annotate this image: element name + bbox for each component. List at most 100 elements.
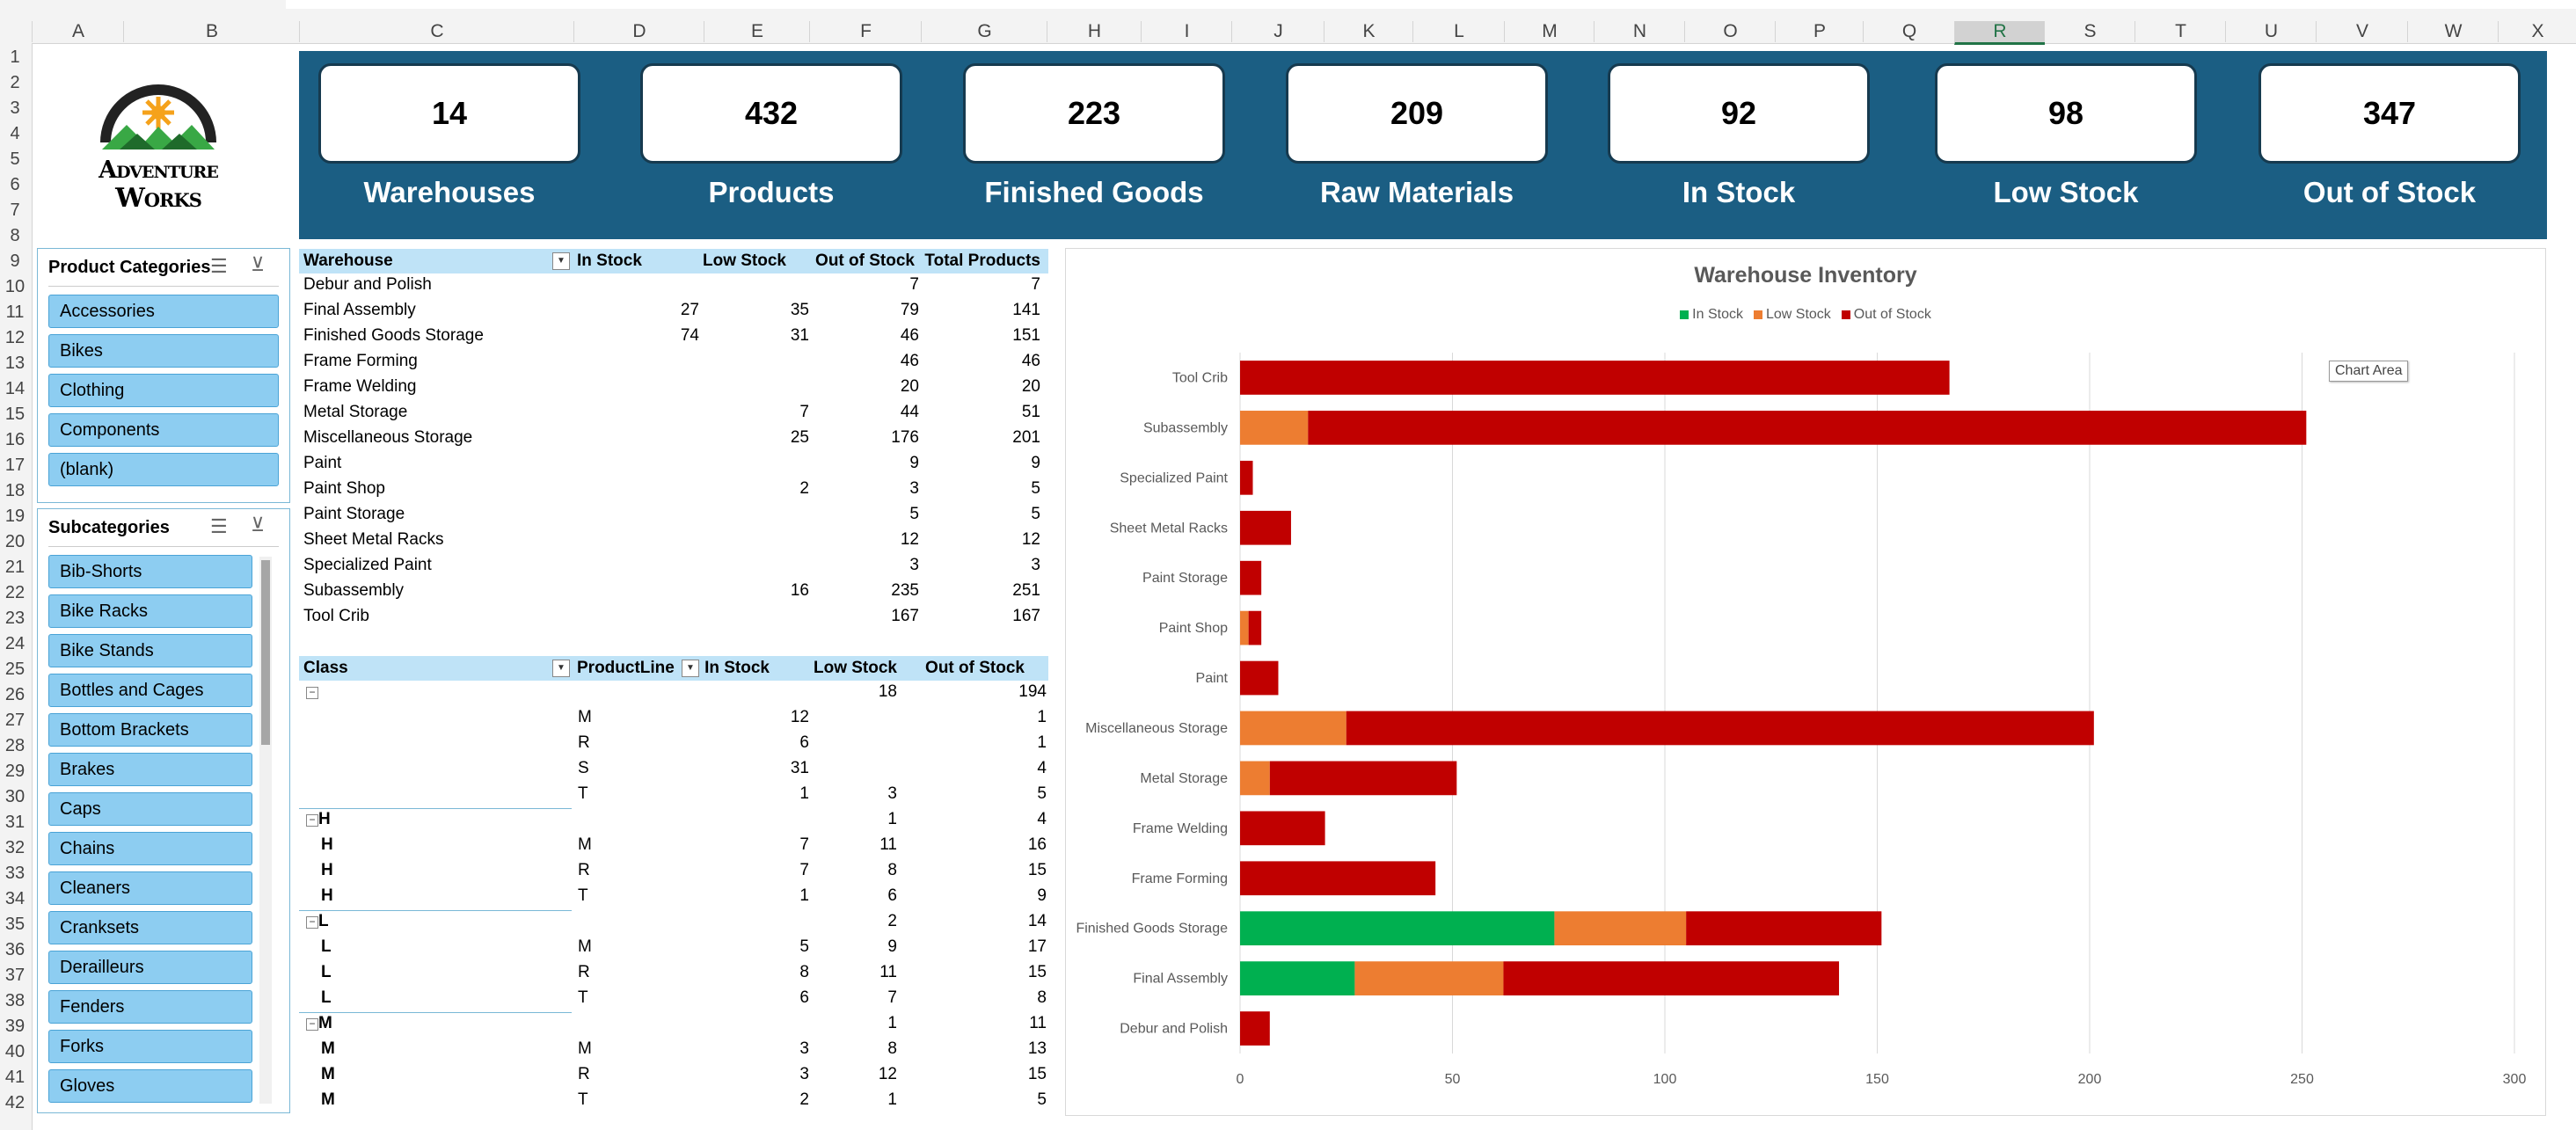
row-header-26[interactable]: 26 (0, 685, 30, 705)
row-header-35[interactable]: 35 (0, 915, 30, 935)
column-header-m[interactable]: M (1504, 21, 1594, 42)
row-header-31[interactable]: 31 (0, 813, 30, 833)
subcategory-item[interactable]: Gloves (48, 1069, 252, 1103)
column-header-n[interactable]: N (1594, 21, 1685, 42)
row-header-17[interactable]: 17 (0, 456, 30, 476)
category-item[interactable]: Accessories (48, 295, 279, 328)
column-header-e[interactable]: E (704, 21, 810, 42)
column-header-a[interactable]: A (32, 21, 124, 42)
row-header-27[interactable]: 27 (0, 711, 30, 731)
row-header-38[interactable]: 38 (0, 991, 30, 1011)
column-header-r[interactable]: R (1954, 21, 2045, 45)
column-header-i[interactable]: I (1141, 21, 1232, 42)
clear-filter-icon[interactable]: ⊻ (251, 253, 265, 276)
slicer-scroll-thumb[interactable] (261, 560, 270, 745)
collapse-toggle[interactable]: − (306, 814, 318, 827)
row-header-9[interactable]: 9 (0, 252, 30, 272)
row-header-25[interactable]: 25 (0, 660, 30, 680)
row-header-13[interactable]: 13 (0, 354, 30, 374)
row-header-10[interactable]: 10 (0, 277, 30, 297)
row-header-18[interactable]: 18 (0, 481, 30, 501)
row-header-37[interactable]: 37 (0, 966, 30, 986)
row-header-34[interactable]: 34 (0, 889, 30, 909)
subcategory-item[interactable]: Bottom Brackets (48, 713, 252, 747)
multi-select-icon[interactable]: ☰ (210, 515, 228, 538)
column-header-u[interactable]: U (2225, 21, 2317, 42)
subcategory-item[interactable]: Cleaners (48, 871, 252, 905)
row-header-21[interactable]: 21 (0, 558, 30, 578)
row-header-8[interactable]: 8 (0, 226, 30, 246)
subcategory-item[interactable]: Caps (48, 792, 252, 826)
row-header-39[interactable]: 39 (0, 1017, 30, 1037)
row-header-30[interactable]: 30 (0, 787, 30, 807)
row-header-36[interactable]: 36 (0, 940, 30, 960)
warehouse-filter-dropdown[interactable]: ▼ (552, 252, 570, 270)
row-header-1[interactable]: 1 (0, 47, 30, 68)
column-header-q[interactable]: Q (1863, 21, 1955, 42)
column-header-x[interactable]: X (2498, 21, 2576, 42)
productline-filter-dropdown[interactable]: ▼ (682, 660, 699, 677)
row-header-32[interactable]: 32 (0, 838, 30, 858)
row-header-5[interactable]: 5 (0, 149, 30, 170)
clear-filter-icon[interactable]: ⊻ (251, 514, 265, 536)
row-header-19[interactable]: 19 (0, 507, 30, 527)
row-header-15[interactable]: 15 (0, 405, 30, 425)
column-header-p[interactable]: P (1775, 21, 1864, 42)
row-header-16[interactable]: 16 (0, 430, 30, 450)
subcategories-slicer[interactable]: Subcategories ☰ ⊻ Bib-Shorts Bike Racks Bi… (37, 508, 290, 1113)
subcategory-item[interactable]: Bib-Shorts (48, 555, 252, 588)
row-header-14[interactable]: 14 (0, 379, 30, 399)
row-header-3[interactable]: 3 (0, 98, 30, 119)
row-header-20[interactable]: 20 (0, 532, 30, 552)
row-header-41[interactable]: 41 (0, 1068, 30, 1088)
subcategory-item[interactable]: Derailleurs (48, 951, 252, 984)
column-header-f[interactable]: F (809, 21, 922, 42)
column-header-w[interactable]: W (2407, 21, 2499, 42)
column-header-h[interactable]: H (1047, 21, 1142, 42)
column-header-b[interactable]: B (123, 21, 300, 42)
subcategory-item[interactable]: Forks (48, 1030, 252, 1063)
column-header-g[interactable]: G (921, 21, 1047, 42)
row-header-40[interactable]: 40 (0, 1042, 30, 1062)
warehouse-inventory-chart[interactable]: Warehouse Inventory In Stock Low Stock Out… (1065, 248, 2546, 1116)
subcategory-item[interactable]: Bike Racks (48, 594, 252, 628)
subcategory-item[interactable]: Bottles and Cages (48, 674, 252, 707)
column-header-v[interactable]: V (2316, 21, 2408, 42)
row-header-22[interactable]: 22 (0, 583, 30, 603)
product-categories-slicer[interactable]: Product Categories ☰ ⊻ Accessories Bikes C… (37, 248, 290, 503)
row-header-7[interactable]: 7 (0, 200, 30, 221)
row-header-4[interactable]: 4 (0, 124, 30, 144)
column-header-c[interactable]: C (299, 21, 574, 42)
row-header-12[interactable]: 12 (0, 328, 30, 348)
collapse-toggle[interactable]: − (306, 687, 318, 699)
column-header-k[interactable]: K (1324, 21, 1413, 42)
subcategory-item[interactable]: Brakes (48, 753, 252, 786)
row-header-11[interactable]: 11 (0, 303, 30, 323)
multi-select-icon[interactable]: ☰ (210, 255, 228, 278)
category-item[interactable]: Clothing (48, 374, 279, 407)
collapse-toggle[interactable]: − (306, 916, 318, 929)
category-item[interactable]: Components (48, 413, 279, 447)
row-header-24[interactable]: 24 (0, 634, 30, 654)
column-header-l[interactable]: L (1412, 21, 1505, 42)
category-item[interactable]: Bikes (48, 334, 279, 368)
class-filter-dropdown[interactable]: ▼ (552, 660, 570, 677)
category-item[interactable]: (blank) (48, 453, 279, 486)
column-header-s[interactable]: S (2044, 21, 2135, 42)
subcategory-item[interactable]: Fenders (48, 990, 252, 1024)
row-header-23[interactable]: 23 (0, 609, 30, 629)
slicer-scrollbar[interactable] (259, 557, 272, 1104)
subcategory-item[interactable]: Chains (48, 832, 252, 865)
column-header-d[interactable]: D (573, 21, 704, 42)
column-header-t[interactable]: T (2135, 21, 2226, 42)
subcategory-item[interactable]: Cranksets (48, 911, 252, 944)
row-header-6[interactable]: 6 (0, 175, 30, 195)
collapse-toggle[interactable]: − (306, 1018, 318, 1031)
column-header-j[interactable]: J (1231, 21, 1324, 42)
column-header-o[interactable]: O (1684, 21, 1776, 42)
row-header-28[interactable]: 28 (0, 736, 30, 756)
row-header-29[interactable]: 29 (0, 762, 30, 782)
row-header-42[interactable]: 42 (0, 1093, 30, 1113)
subcategory-item[interactable]: Bike Stands (48, 634, 252, 667)
row-header-2[interactable]: 2 (0, 73, 30, 93)
